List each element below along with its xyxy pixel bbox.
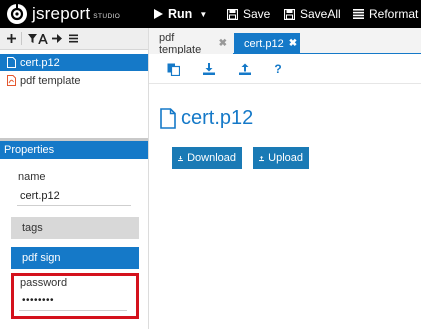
tab-bar: pdf template ✖ cert.p12 ✖ <box>149 28 421 56</box>
logo: jsreport STUDIO <box>6 3 120 25</box>
top-bar: jsreport STUDIO Run ▼ Save SaveAll Refor… <box>0 0 421 28</box>
save-label: Save <box>243 7 271 21</box>
list-icon <box>353 9 364 19</box>
text-sort-icon[interactable] <box>36 31 50 46</box>
floppy-disk-icon <box>284 8 295 20</box>
page-title: cert.p12 <box>160 107 253 130</box>
caret-down-icon: ▼ <box>199 9 208 19</box>
floppy-disk-icon <box>227 8 238 20</box>
plus-icon[interactable] <box>4 31 18 46</box>
help-icon[interactable]: ? <box>271 62 285 76</box>
arrow-right-icon[interactable] <box>50 31 64 46</box>
save-all-label: SaveAll <box>300 7 341 21</box>
main-content: cert.p12 Download Upload <box>149 85 421 329</box>
download-label: Download <box>187 152 236 164</box>
logo-subtitle: STUDIO <box>93 13 121 20</box>
play-icon <box>154 9 163 19</box>
copy-icon[interactable] <box>166 62 180 76</box>
upload-icon[interactable] <box>238 62 252 76</box>
editor-toolbar: ? <box>149 54 421 84</box>
tree-item-label: pdf template <box>20 74 81 87</box>
tree-item-label: cert.p12 <box>20 56 60 69</box>
download-icon <box>178 155 184 161</box>
close-icon[interactable]: ✖ <box>219 38 227 49</box>
jsreport-logo-icon <box>7 4 27 24</box>
download-icon[interactable] <box>202 62 216 76</box>
reformat-label: Reformat <box>369 7 419 21</box>
tree-toolbar <box>0 28 148 50</box>
tab-label: pdf template <box>159 31 202 56</box>
pdf-sign-section[interactable]: pdf sign <box>11 247 139 269</box>
tree-item-cert[interactable]: cert.p12 <box>0 54 148 71</box>
download-button[interactable]: Download <box>172 147 242 169</box>
password-label: password <box>20 277 68 289</box>
save-all-button[interactable]: SaveAll <box>284 0 341 28</box>
run-button[interactable]: Run ▼ <box>154 0 207 28</box>
upload-label: Upload <box>268 152 303 164</box>
reformat-button[interactable]: Reformat <box>353 0 418 28</box>
name-field[interactable]: cert.p12 <box>17 186 131 206</box>
run-label: Run <box>168 7 193 21</box>
tab-cert[interactable]: cert.p12 ✖ <box>234 33 300 54</box>
upload-icon <box>259 155 265 161</box>
upload-button[interactable]: Upload <box>253 147 309 169</box>
properties-header: Properties <box>0 141 148 159</box>
password-field[interactable]: •••••••• <box>19 291 127 311</box>
close-icon[interactable]: ✖ <box>289 38 297 49</box>
file-icon <box>160 108 176 129</box>
tab-label: cert.p12 <box>244 37 284 50</box>
page-title-text: cert.p12 <box>181 107 254 129</box>
toolbar-divider <box>21 32 22 45</box>
hamburger-icon[interactable] <box>66 31 80 46</box>
name-label: name <box>18 171 46 183</box>
tab-pdf-template[interactable]: pdf template ✖ <box>149 31 233 56</box>
left-panel: cert.p12 pdf template Properties name ce… <box>0 28 149 329</box>
save-button[interactable]: Save <box>227 0 270 28</box>
tags-section[interactable]: tags <box>11 217 139 239</box>
file-icon <box>7 57 16 68</box>
pdf-file-icon <box>7 75 16 86</box>
logo-text: jsreport <box>32 4 91 23</box>
tree-item-pdf-template[interactable]: pdf template <box>0 72 148 89</box>
